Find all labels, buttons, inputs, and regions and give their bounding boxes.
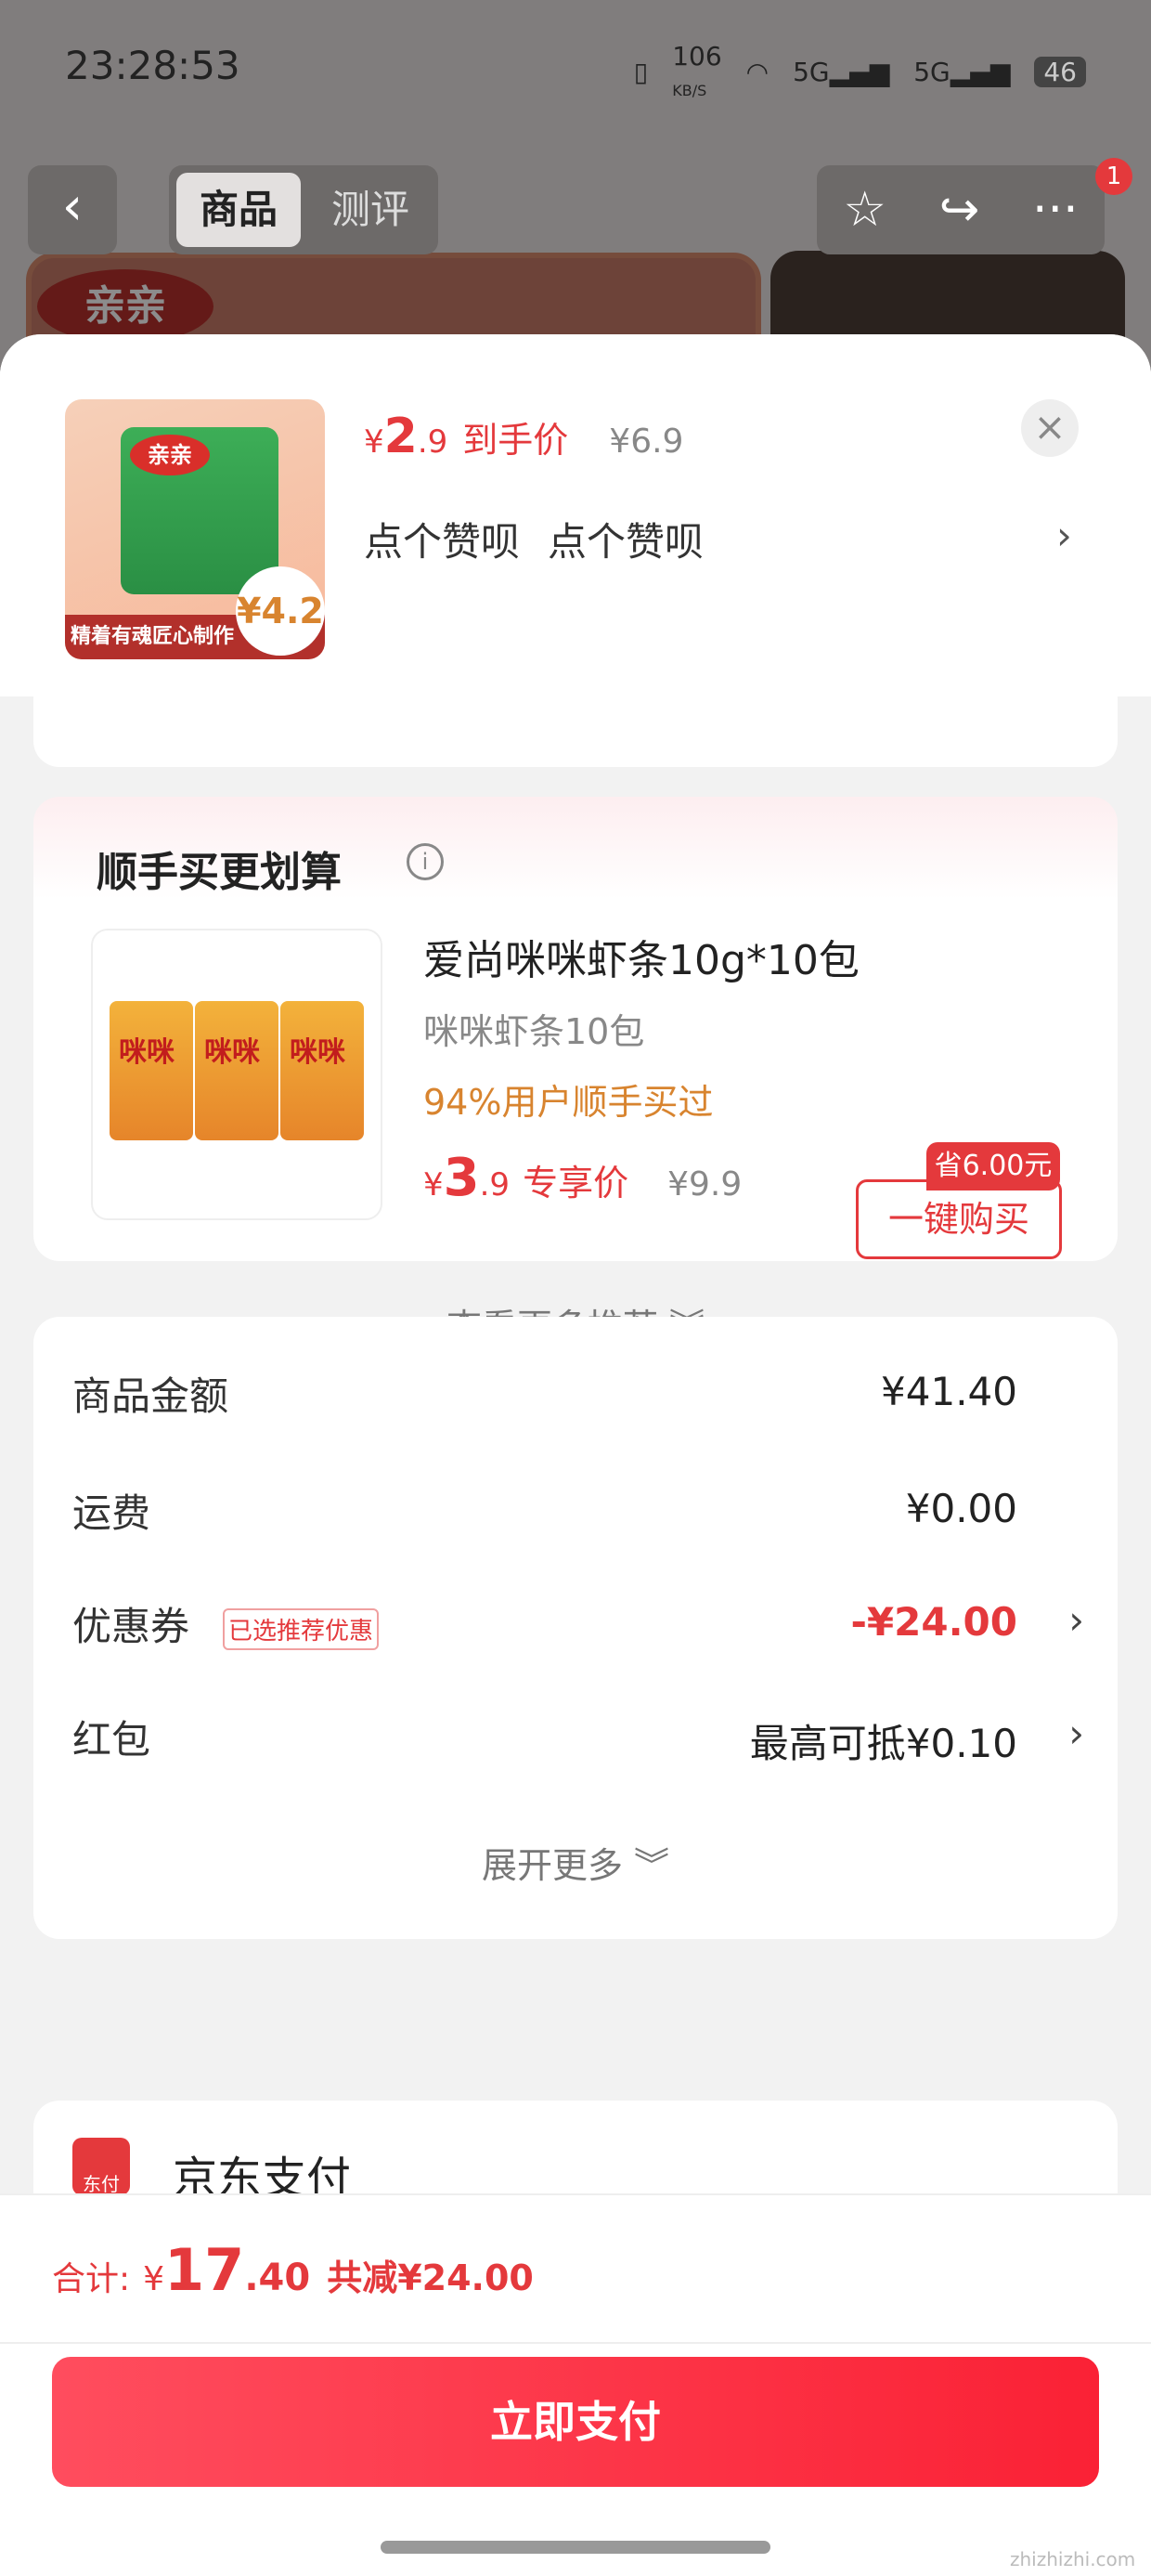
recommendation-name[interactable]: 爱尚咪咪虾条10g*10包 (423, 927, 860, 986)
divider (0, 2342, 1151, 2344)
snack-pack: 咪咪 (110, 1001, 193, 1140)
recommendation-price: ¥3.9 (423, 1148, 511, 1208)
price-row: ¥2.9 到手价 ¥6.9 (364, 409, 683, 474)
status-bar: 23:28:53 ▯ 106 KB/S ◠ 5G▂▄▆ 5G▂▄▆ 46 (0, 0, 1151, 139)
coupon-row[interactable]: 优惠券 已选推荐优惠 -¥24.00 › (72, 1595, 1084, 1660)
total-label: 合计: (52, 2260, 131, 2298)
shipping-value: ¥0.00 (905, 1486, 1017, 1531)
pay-now-button[interactable]: 立即支付 (52, 2357, 1099, 2487)
recommendation-title: 顺手买更划算 (97, 849, 342, 896)
goods-amount-row: 商品金额 ¥41.40 (72, 1365, 1084, 1430)
product-bag: 亲亲 (121, 427, 278, 594)
more-icon[interactable]: ··· (1032, 182, 1079, 238)
vibrate-icon: ▯ (633, 56, 649, 87)
one-click-buy-button[interactable]: 一键购买 (856, 1179, 1062, 1259)
red-packet-value: 最高可抵¥0.10 (749, 1721, 1017, 1766)
tab-group: 商品 测评 (169, 165, 438, 254)
coupon-value: -¥24.00 (850, 1599, 1017, 1645)
signal-icon-1: 5G▂▄▆ (793, 56, 890, 87)
spec-option-2: 点个赞呗 (548, 519, 705, 565)
status-time: 23:28:53 (65, 43, 240, 88)
coupon-label: 优惠券 (72, 1604, 190, 1649)
total-dec: .40 (244, 2257, 311, 2299)
shipping-label: 运费 (72, 1490, 151, 1536)
sheet-header: 亲亲 精着有魂匠心制作 ¥4.2 ¥2.9 到手价 ¥6.9 × 点个赞呗 点个… (0, 334, 1151, 696)
close-button[interactable]: × (1021, 399, 1079, 457)
home-indicator[interactable] (381, 2541, 770, 2554)
watermark: zhizhizhi.com (1010, 2548, 1136, 2570)
order-summary-card: 商品金额 ¥41.40 运费 ¥0.00 优惠券 已选推荐优惠 -¥24.00 … (33, 1317, 1118, 1939)
jd-pay-icon: 东付 (72, 2138, 130, 2195)
action-group: ☆ ↪ ··· (817, 165, 1105, 254)
recommendation-image[interactable]: 咪咪 咪咪 咪咪 (91, 929, 382, 1220)
goods-amount-value: ¥41.40 (881, 1369, 1017, 1414)
signal-icon-2: 5G▂▄▆ (913, 56, 1011, 87)
red-packet-row[interactable]: 红包 最高可抵¥0.10 › (72, 1709, 1084, 1774)
shipping-row: 运费 ¥0.00 (72, 1482, 1084, 1547)
share-icon[interactable]: ↪ (939, 182, 980, 238)
product-image: 亲亲 精着有魂匠心制作 ¥4.2 (65, 399, 325, 659)
final-price-label: 到手价 (462, 420, 569, 461)
snack-pack: 咪咪 (280, 1001, 364, 1140)
total-reduction: 共减¥24.00 (327, 2257, 534, 2298)
recommendation-users: 94%用户顺手买过 (423, 1082, 714, 1123)
total-int: 17 (164, 2236, 245, 2304)
recommendation-original-price: ¥9.9 (667, 1165, 743, 1203)
status-icons: ▯ 106 KB/S ◠ 5G▂▄▆ 5G▂▄▆ 46 (634, 41, 1086, 102)
tab-review[interactable]: 测评 (308, 173, 433, 247)
top-nav: ‹ 商品 测评 ☆ ↪ ··· 1 (0, 158, 1151, 258)
sheet-divider-card (33, 696, 1118, 767)
snack-pack: 咪咪 (195, 1001, 278, 1140)
recommendation-card: 顺手买更划算 i 咪咪 咪咪 咪咪 爱尚咪咪虾条10g*10包 咪咪虾条10包 … (33, 797, 1118, 1347)
total-currency: ¥ (143, 2260, 165, 2298)
battery-icon: 46 (1034, 56, 1086, 87)
expand-more-link[interactable]: 展开更多 ︾ (33, 1837, 1118, 1888)
goods-amount-label: 商品金额 (72, 1373, 229, 1419)
net-speed: 106 KB/S (672, 41, 722, 99)
checkout-footer: 合计: ¥ 17 .40 共减¥24.00 立即支付 zhizhizhi.com (0, 2193, 1151, 2576)
save-badge: 省6.00元 (926, 1142, 1060, 1190)
product-price-badge: ¥4.2 (236, 566, 325, 656)
spec-option-1: 点个赞呗 (364, 519, 521, 565)
recommendation-price-row: ¥3.9 专享价 ¥9.9 (423, 1148, 742, 1208)
notification-badge: 1 (1095, 158, 1132, 195)
spec-selector[interactable]: 点个赞呗 点个赞呗 (364, 511, 704, 567)
chevron-right-icon: › (1068, 1597, 1084, 1643)
wifi-icon: ◠ (745, 56, 769, 87)
final-price: ¥2.9 (364, 409, 448, 464)
recommendation-subtitle: 咪咪虾条10包 (423, 1011, 645, 1052)
tab-goods[interactable]: 商品 (176, 173, 301, 247)
info-icon[interactable]: i (407, 843, 444, 880)
recommendation-price-label: 专享价 (523, 1163, 629, 1203)
back-button[interactable]: ‹ (28, 165, 117, 254)
original-price: ¥6.9 (609, 423, 684, 461)
star-icon[interactable]: ☆ (843, 182, 886, 238)
order-total: 合计: ¥ 17 .40 共减¥24.00 (52, 2236, 534, 2304)
chevron-right-icon: › (1068, 1711, 1084, 1756)
chevron-right-icon[interactable]: › (1056, 513, 1072, 558)
bag-logo: 亲亲 (130, 435, 210, 475)
red-packet-label: 红包 (72, 1717, 151, 1763)
coupon-tag: 已选推荐优惠 (223, 1608, 380, 1650)
